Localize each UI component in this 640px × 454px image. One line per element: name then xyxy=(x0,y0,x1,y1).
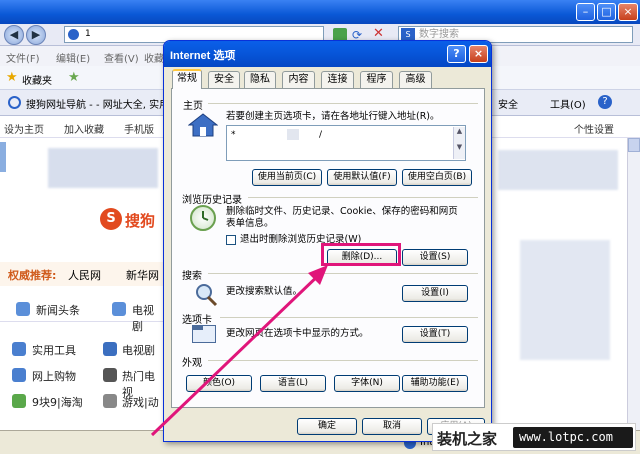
blurred-area xyxy=(48,148,158,188)
history-settings-button[interactable]: 设置(S) xyxy=(402,249,468,266)
stop-icon[interactable]: ✕ xyxy=(373,27,387,41)
add-favorite-icon[interactable]: ★ xyxy=(68,70,80,85)
redacted-block xyxy=(287,129,299,140)
news-row: 新闻头条 电视剧 xyxy=(0,294,163,333)
tv-series-icon xyxy=(103,342,117,356)
tab-advanced[interactable]: 高级 xyxy=(399,71,432,88)
tab-programs[interactable]: 程序 xyxy=(360,71,393,88)
authority-bar: 权威推荐: 人民网 新华网 xyxy=(0,262,163,286)
history-description-1: 删除临时文件、历史记录、Cookie、保存的密码和网页 xyxy=(226,206,458,217)
menu-edit[interactable]: 编辑(E) xyxy=(56,50,90,65)
authority-link-1[interactable]: 人民网 xyxy=(68,267,101,283)
history-description-2: 表单信息。 xyxy=(226,218,274,229)
search-placeholder: 数字搜索 xyxy=(419,29,459,40)
menu-file[interactable]: 文件(F) xyxy=(6,50,40,65)
divider xyxy=(248,197,478,198)
dialog-close-button[interactable]: × xyxy=(469,45,488,63)
maximize-button[interactable]: □ xyxy=(597,3,616,21)
tv-icon xyxy=(112,302,126,316)
accessibility-button[interactable]: 辅助功能(E) xyxy=(402,375,468,392)
hot-tv-icon xyxy=(103,368,117,382)
annotation-arrow xyxy=(150,265,328,437)
blurred-area-right xyxy=(498,150,618,190)
favorites-label[interactable]: 收藏夹 xyxy=(22,72,52,87)
homepage-address-field[interactable]: * / ▲ ▼ xyxy=(226,125,466,161)
side-list: 实用工具 电视剧 网上购物 热门电视 9块9|海淘 游戏|动 xyxy=(0,338,163,428)
tab-favicon xyxy=(8,96,21,109)
watermark-url: www.lotpc.com xyxy=(519,430,613,444)
shopping-icon xyxy=(12,368,26,382)
menu-view[interactable]: 查看(V) xyxy=(104,50,139,65)
back-button[interactable]: ◀ xyxy=(4,25,24,45)
address-text: 1 xyxy=(85,29,91,39)
homepage-value: * xyxy=(231,130,236,140)
scroll-up-button[interactable] xyxy=(628,138,640,152)
search-settings-button[interactable]: 设置(I) xyxy=(402,285,468,302)
forward-button[interactable]: ▶ xyxy=(26,25,46,45)
safety-menu[interactable]: 安全 xyxy=(498,96,518,111)
set-homepage-link[interactable]: 设为主页 xyxy=(4,121,44,136)
divider xyxy=(208,103,478,104)
dialog-title: Internet 选项 xyxy=(170,50,236,62)
use-default-button[interactable]: 使用默认值(F) xyxy=(327,169,397,186)
side-item-deals[interactable]: 9块9|海淘 xyxy=(32,394,83,410)
news-label[interactable]: 新闻头条 xyxy=(36,302,80,318)
news-icon xyxy=(16,302,30,316)
tools-icon xyxy=(12,342,26,356)
homepage-value-2: / xyxy=(319,130,323,140)
tab-security[interactable]: 安全 xyxy=(208,71,240,88)
tab-privacy[interactable]: 隐私 xyxy=(244,71,276,88)
site-watermark: 装机之家 www.lotpc.com xyxy=(432,423,636,451)
dialog-titlebar[interactable]: Internet 选项 ? × xyxy=(164,41,491,67)
tab-content[interactable]: 内容 xyxy=(282,71,315,88)
page-scrollbar[interactable] xyxy=(627,138,640,430)
history-section-header: 浏览历史记录 xyxy=(182,195,242,206)
ie-logo-fragment xyxy=(0,142,6,172)
home-description: 若要创建主页选项卡，请在各地址行键入地址(R)。 xyxy=(226,111,440,122)
house-icon xyxy=(187,113,219,137)
sogou-logo-icon: S xyxy=(100,208,122,230)
use-current-button[interactable]: 使用当前页(C) xyxy=(252,169,322,186)
minimize-button[interactable]: – xyxy=(576,3,595,21)
deal-icon xyxy=(12,394,26,408)
history-clock-icon xyxy=(190,205,216,231)
sogou-logo-text: 搜狗 xyxy=(125,212,156,230)
page-icon xyxy=(68,29,79,40)
favorites-star-icon: ★ xyxy=(6,70,18,85)
authority-label: 权威推荐: xyxy=(8,269,57,282)
watermark-url-box: www.lotpc.com xyxy=(513,427,633,448)
mobile-link[interactable]: 手机版 xyxy=(124,121,154,136)
watermark-title: 装机之家 xyxy=(437,430,498,448)
tab-general[interactable]: 常规 xyxy=(172,69,202,89)
tabs-settings-button[interactable]: 设置(T) xyxy=(402,326,468,343)
tools-menu[interactable]: 工具(O) xyxy=(550,96,586,111)
browser-close-button[interactable]: × xyxy=(618,3,638,21)
use-blank-button[interactable]: 使用空白页(B) xyxy=(402,169,472,186)
side-item-tools[interactable]: 实用工具 xyxy=(32,342,76,358)
homepage-scrollbar[interactable]: ▲ ▼ xyxy=(453,127,465,159)
game-icon xyxy=(103,394,117,408)
help-icon[interactable]: ? xyxy=(598,95,612,109)
fonts-button[interactable]: 字体(N) xyxy=(334,375,400,392)
tab-connections[interactable]: 连接 xyxy=(321,71,354,88)
blurred-area-right2 xyxy=(520,240,610,360)
cancel-button[interactable]: 取消 xyxy=(362,418,422,435)
dialog-help-button[interactable]: ? xyxy=(447,45,466,63)
browser-titlebar: – □ × xyxy=(0,0,640,24)
personal-settings-link[interactable]: 个性设置 xyxy=(574,121,614,136)
delete-on-exit-checkbox[interactable] xyxy=(226,235,236,245)
home-section-header: 主页 xyxy=(183,101,203,112)
add-favorite-link[interactable]: 加入收藏 xyxy=(64,121,104,136)
tab-title[interactable]: 搜狗网址导航 - - 网址大全, 实用 xyxy=(26,96,169,111)
side-item-shopping[interactable]: 网上购物 xyxy=(32,368,76,384)
